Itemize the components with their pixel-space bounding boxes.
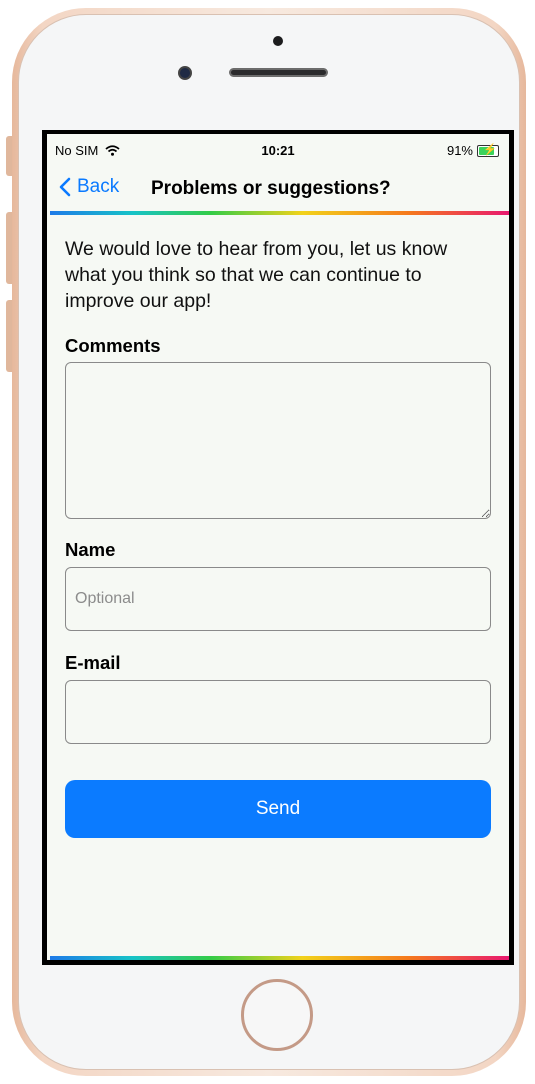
email-field[interactable]: [65, 680, 491, 744]
status-bar: No SIM 10:21 91% ⚡: [47, 134, 509, 164]
navigation-bar: Back Problems or suggestions?: [47, 170, 509, 208]
send-button[interactable]: Send: [65, 780, 491, 838]
earpiece-speaker: [229, 68, 328, 77]
page-title: Problems or suggestions?: [151, 178, 391, 199]
rainbow-divider-top: [50, 211, 509, 215]
app-view: No SIM 10:21 91% ⚡ Back Problems or sugg…: [47, 134, 509, 960]
mute-switch: [6, 136, 12, 176]
chevron-left-icon: [59, 177, 71, 197]
battery-charging-icon: ⚡: [477, 143, 499, 157]
name-field[interactable]: [65, 567, 491, 631]
back-button[interactable]: Back: [59, 176, 119, 198]
battery-percent: 91%: [446, 143, 473, 158]
volume-up-button: [6, 212, 12, 284]
rainbow-divider-bottom: [50, 956, 509, 960]
comments-label: Comments: [65, 335, 161, 356]
name-label: Name: [65, 539, 116, 560]
screen: No SIM 10:21 91% ⚡ Back Problems or sugg…: [42, 130, 514, 965]
home-button[interactable]: [241, 979, 313, 1051]
status-time: 10:21: [261, 143, 295, 158]
email-label: E-mail: [65, 652, 121, 673]
proximity-sensor: [273, 36, 283, 46]
comments-field[interactable]: [65, 362, 491, 519]
intro-text: We would love to hear from you, let us k…: [65, 238, 448, 312]
front-camera: [178, 66, 192, 80]
battery-status: 91% ⚡: [447, 143, 499, 158]
volume-down-button: [6, 300, 12, 372]
bolt-icon: ⚡: [483, 143, 497, 156]
back-label: Back: [77, 176, 120, 197]
